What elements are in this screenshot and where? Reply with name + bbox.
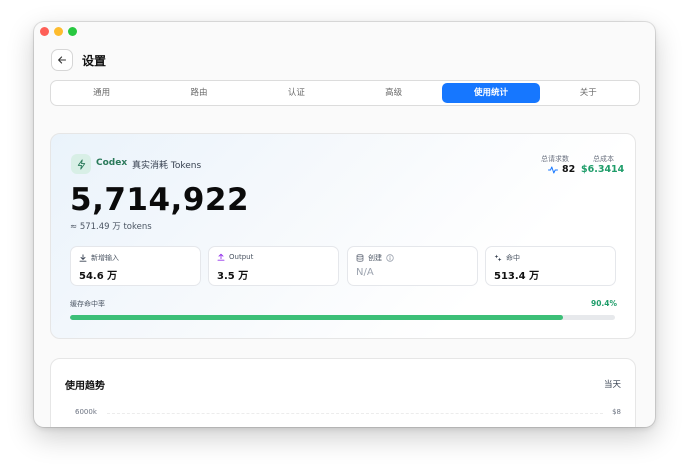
usage-trend-card: 使用趋势 当天 6000k $8 bbox=[50, 358, 636, 427]
gridline bbox=[107, 413, 603, 414]
cache-rate-progress-fill bbox=[70, 315, 563, 320]
tab-routing[interactable]: 路由 bbox=[150, 83, 247, 103]
usage-summary-card: Codex · 真实消耗 Tokens 总请求数 82 总成本 $6.3414 … bbox=[50, 133, 636, 339]
metric-created-label: 创建 bbox=[368, 254, 382, 262]
total-tokens-value: 5,714,922 bbox=[70, 182, 250, 218]
metric-created-value: N/A bbox=[356, 267, 374, 278]
metric-hit-value: 513.4 万 bbox=[494, 271, 540, 282]
settings-tabs: 通用 路由 认证 高级 使用统计 关于 bbox=[50, 80, 640, 106]
metric-new-input-label: 新增输入 bbox=[91, 254, 119, 262]
page-title: 设置 bbox=[82, 54, 107, 68]
y-axis-left-tick: 6000k bbox=[75, 408, 97, 416]
metric-created: 创建 N/A bbox=[347, 246, 478, 286]
brand-separator: · bbox=[124, 158, 127, 168]
settings-window: 设置 通用 路由 认证 高级 使用统计 关于 Codex · 真实消耗 Toke… bbox=[34, 22, 655, 427]
zoom-window-button[interactable] bbox=[68, 27, 77, 36]
y-axis-right-tick: $8 bbox=[612, 408, 621, 416]
metric-output-label: Output bbox=[229, 253, 254, 261]
metric-new-input: 新增输入 54.6 万 bbox=[70, 246, 201, 286]
metric-hit-label: 命中 bbox=[506, 254, 520, 262]
tab-auth[interactable]: 认证 bbox=[248, 83, 345, 103]
cache-rate-value: 90.4% bbox=[591, 299, 618, 308]
summary-subtitle: 真实消耗 Tokens bbox=[132, 161, 202, 171]
close-window-button[interactable] bbox=[40, 27, 49, 36]
tab-about[interactable]: 关于 bbox=[540, 83, 637, 103]
arrow-left-icon bbox=[58, 56, 67, 64]
window-controls bbox=[40, 27, 77, 36]
provider-name: Codex bbox=[96, 158, 128, 168]
sparkle-icon bbox=[494, 254, 502, 262]
database-icon bbox=[356, 254, 364, 262]
total-cost-value: $6.3414 bbox=[581, 164, 625, 175]
lightning-icon bbox=[71, 154, 91, 174]
metric-output-value: 3.5 万 bbox=[217, 271, 249, 282]
cache-rate-label: 缓存命中率 bbox=[70, 300, 105, 308]
time-range-selector[interactable]: 当天 bbox=[604, 378, 621, 390]
tab-general[interactable]: 通用 bbox=[53, 83, 150, 103]
tab-advanced[interactable]: 高级 bbox=[345, 83, 442, 103]
total-requests-label: 总请求数 bbox=[541, 155, 569, 163]
metric-new-input-value: 54.6 万 bbox=[79, 271, 118, 282]
total-cost-label: 总成本 bbox=[593, 155, 614, 163]
usage-trend-title: 使用趋势 bbox=[65, 381, 105, 392]
minimize-window-button[interactable] bbox=[54, 27, 63, 36]
total-tokens-approx: ≈ 571.49 万 tokens bbox=[70, 222, 152, 232]
metric-hit: 命中 513.4 万 bbox=[485, 246, 616, 286]
metric-output: Output 3.5 万 bbox=[208, 246, 339, 286]
tab-usage-stats[interactable]: 使用统计 bbox=[442, 83, 540, 103]
download-icon bbox=[79, 254, 87, 262]
back-button[interactable] bbox=[51, 49, 73, 71]
cache-rate-progress bbox=[70, 315, 615, 320]
info-icon[interactable] bbox=[386, 254, 394, 262]
total-requests-value: 82 bbox=[562, 164, 576, 175]
upload-icon bbox=[217, 253, 225, 261]
activity-icon bbox=[548, 166, 558, 173]
total-requests: 82 bbox=[548, 164, 575, 175]
